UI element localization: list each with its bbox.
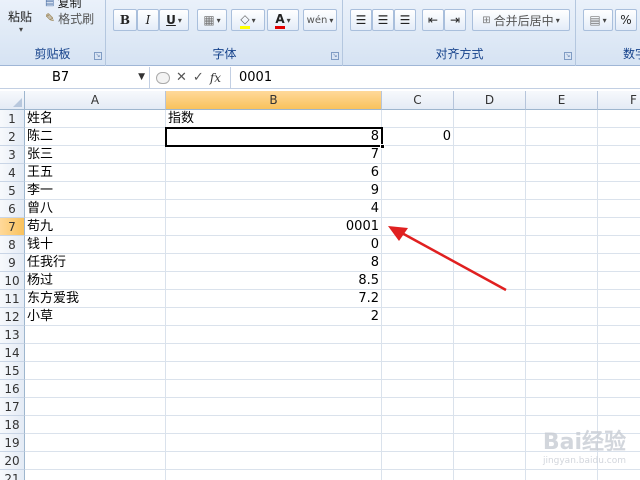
watermark-text: Bai经验 — [542, 430, 626, 455]
annotation-arrow — [388, 226, 507, 292]
arrow-line — [399, 230, 507, 292]
watermark: Bai经验 jingyan.baidu.com — [543, 424, 626, 466]
watermark-subtext: jingyan.baidu.com — [542, 456, 626, 466]
